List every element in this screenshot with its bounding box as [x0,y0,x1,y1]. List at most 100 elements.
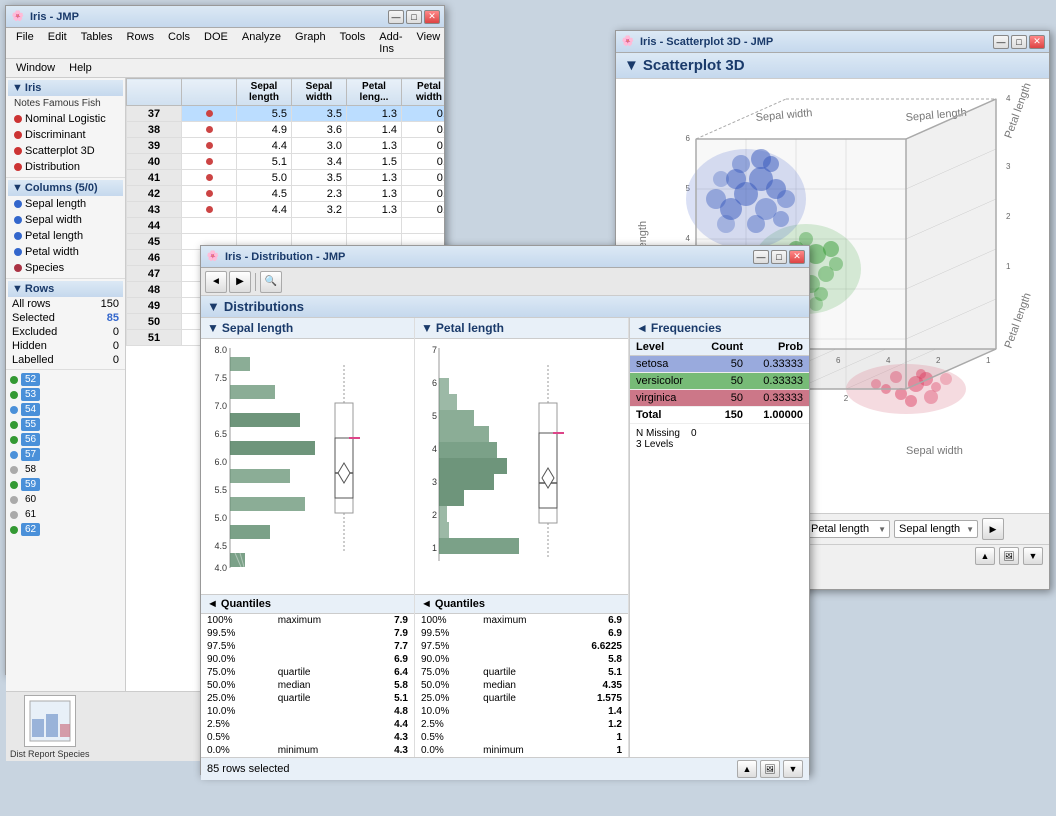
row-54[interactable]: 54 [21,403,40,416]
table-row[interactable]: 41 5.0 3.5 1.3 0.3 setosa [127,170,445,186]
menu-view[interactable]: View [411,29,447,57]
freq-col-count: Count [698,339,749,356]
scatter-nav-up[interactable]: ▲ [975,547,995,565]
svg-text:4: 4 [1006,94,1011,103]
petal-length-section: ▼ Petal length 7 6 5 4 3 2 1 [415,318,629,757]
freq-setosa-count: 50 [698,356,749,373]
dropdown-petal-length[interactable]: Petal length Sepal length Sepal width Pe… [806,520,890,538]
toolbar-btn-3[interactable]: 🔍 [260,271,282,293]
row-62[interactable]: 62 [21,523,40,536]
minimize-button[interactable]: — [388,10,404,24]
menu-help[interactable]: Help [63,60,98,76]
dropdown-sepal-length[interactable]: Sepal length Sepal width Petal length Pe… [894,520,978,538]
menu-cols[interactable]: Cols [162,29,196,57]
dist-minimize[interactable]: — [753,250,769,264]
row-53[interactable]: 53 [21,388,40,401]
dist-nav-img[interactable]: 🖼 [760,760,780,778]
col-petal-width[interactable]: Petal width [8,244,123,260]
table-row[interactable]: 40 5.1 3.4 1.5 0.2 setosa [127,154,445,170]
dist-maximize[interactable]: □ [771,250,787,264]
freq-versicolor-level: versicolor [630,373,698,390]
col-header-petal-width[interactable]: Petalwidth [402,79,445,106]
table-row[interactable]: 44 [127,218,445,234]
svg-text:Petal length: Petal length [1003,291,1031,350]
row-58[interactable]: 58 [21,463,40,476]
row-52[interactable]: 52 [21,373,40,386]
sepal-length-select[interactable]: Sepal length Sepal width Petal length Pe… [894,520,978,538]
sepal-length-title[interactable]: ▼ Sepal length [201,318,414,339]
row-55[interactable]: 55 [21,418,40,431]
panel-distribution[interactable]: Distribution [8,159,123,175]
panel-notes[interactable]: Notes Famous Fish [8,96,123,111]
menu-doe[interactable]: DOE [198,29,234,57]
menu-addins[interactable]: Add-Ins [373,29,408,57]
petal-length-select[interactable]: Petal length Sepal length Sepal width Pe… [806,520,890,538]
row-57[interactable]: 57 [21,448,40,461]
petal-quant-table: 100%maximum6.9 99.5%6.9 97.5%6.6225 90.0… [415,614,628,757]
dist-nav-up[interactable]: ▲ [737,760,757,778]
freq-row-versicolor[interactable]: versicolor 50 0.33333 [630,373,809,390]
petal-length-title[interactable]: ▼ Petal length [415,318,628,339]
scatter3d-minimize[interactable]: — [993,35,1009,49]
panel-scatterplot3d[interactable]: Scatterplot 3D [8,143,123,159]
table-row[interactable]: 37 5.5 3.5 1.3 0.2 setosa [127,106,445,122]
col-sepal-width[interactable]: Sepal width [8,212,123,228]
col-petal-length[interactable]: Petal length [8,228,123,244]
titlebar-buttons: — □ ✕ [388,10,440,24]
freq-virginica-prob: 0.33333 [749,390,809,407]
menu-file[interactable]: File [10,29,40,57]
scatter3d-close[interactable]: ✕ [1029,35,1045,49]
row-61[interactable]: 61 [21,508,40,521]
row-56[interactable]: 56 [21,433,40,446]
table-row[interactable]: 43 4.4 3.2 1.3 0.2 setosa [127,202,445,218]
svg-text:6: 6 [686,134,691,143]
col-header-sepal-length[interactable]: Sepallength [237,79,292,106]
row-num-40: 40 [127,154,182,170]
cell-41-pw: 0.3 [402,170,445,186]
scatter-nav-img[interactable]: 🖼 [999,547,1019,565]
scatter3d-maximize[interactable]: □ [1011,35,1027,49]
panel-discriminant[interactable]: Discriminant [8,127,123,143]
col-species[interactable]: Species [8,260,123,276]
col-header-sepal-width[interactable]: Sepalwidth [292,79,347,106]
menu-rows[interactable]: Rows [121,29,161,57]
panel-rows-header[interactable]: ▼ Rows [8,281,123,297]
menu-analyze[interactable]: Analyze [236,29,287,57]
cell-40-pl: 1.5 [347,154,402,170]
col-petal-width-dot [14,248,22,256]
table-row[interactable]: 42 4.5 2.3 1.3 0.3 setosa [127,186,445,202]
menu-graph[interactable]: Graph [289,29,332,57]
col-sepal-length[interactable]: Sepal length [8,196,123,212]
row-59[interactable]: 59 [21,478,40,491]
thumbnail-1[interactable] [24,695,76,747]
panel-iris-header[interactable]: ▼ Iris [8,80,123,96]
toolbar-btn-2[interactable]: ▶ [229,271,251,293]
scatter-nav-menu[interactable]: ▼ [1023,547,1043,565]
freq-row-setosa[interactable]: setosa 50 0.33333 [630,356,809,373]
table-row[interactable]: 39 4.4 3.0 1.3 0.2 setosa [127,138,445,154]
col-sepal-length-label: Sepal length [25,198,86,210]
rows-excluded: Excluded 0 [8,325,123,339]
freq-row-virginica[interactable]: virginica 50 0.33333 [630,390,809,407]
table-row[interactable]: 38 4.9 3.6 1.4 0.1 setosa [127,122,445,138]
menu-window[interactable]: Window [10,60,61,76]
dist-close[interactable]: ✕ [789,250,805,264]
col-header-petal-length[interactable]: Petalleng... [347,79,402,106]
menu-tools[interactable]: Tools [334,29,372,57]
menu-edit[interactable]: Edit [42,29,73,57]
scatter-play-btn[interactable]: ▶ [982,518,1004,540]
maximize-button[interactable]: □ [406,10,422,24]
svg-text:6: 6 [432,378,437,388]
panel-nominal-logistic[interactable]: Nominal Logistic [8,111,123,127]
row-60[interactable]: 60 [21,493,40,506]
svg-text:2: 2 [936,356,941,365]
panel-columns-header[interactable]: ▼ Columns (5/0) [8,180,123,196]
close-button[interactable]: ✕ [424,10,440,24]
rows-selected-value: 85 [85,311,123,325]
freq-triangle: ◄ [636,321,648,335]
toolbar-btn-1[interactable]: ◄ [205,271,227,293]
menu-tables[interactable]: Tables [75,29,119,57]
dist-nav-menu[interactable]: ▼ [783,760,803,778]
freq-versicolor-prob: 0.33333 [749,373,809,390]
cell-40-sw: 3.4 [292,154,347,170]
